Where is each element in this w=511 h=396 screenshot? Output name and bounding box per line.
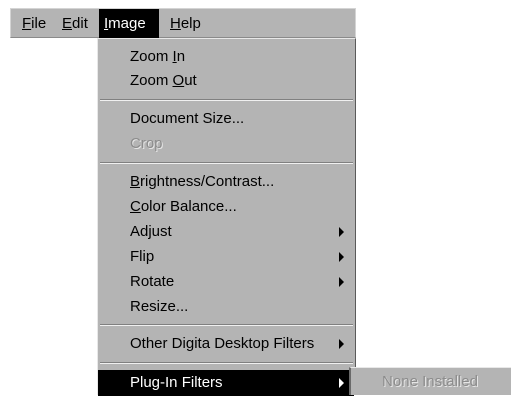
menu-help[interactable]: Help [165,9,206,39]
menu-item-adjust[interactable]: Adjust [98,220,354,244]
submenu-arrow-icon [339,252,344,262]
zoom-out-label-post: ut [184,72,197,89]
menu-separator [100,162,353,164]
other-filters-label: Other Digita Desktop Filters [130,335,315,352]
menu-edit-mnemonic: E [62,15,73,32]
workspace [10,38,98,395]
plugin-filters-label: Plug-In Filters [130,374,223,391]
menu-image[interactable]: Image [99,9,159,39]
plugin-filters-submenu: None Installed [349,367,511,395]
menu-item-zoom-in[interactable]: Zoom In [98,45,354,69]
zoom-in-label-pre: Zoom [130,48,173,65]
menu-item-plug-in-filters[interactable]: Plug-In Filters [98,370,354,396]
submenu-arrow-icon [339,227,344,237]
menu-file-label: ile [31,15,47,32]
menu-item-brightness-contrast[interactable]: Brightness/Contrast... [98,170,354,194]
menu-item-color-balance[interactable]: Color Balance... [98,195,354,219]
flip-label: Flip [130,248,155,265]
menu-item-crop: Crop [98,132,354,156]
adjust-label: Adjust [130,223,172,240]
submenu-arrow-icon [339,378,344,388]
rotate-label: Rotate [130,273,175,290]
menu-separator [100,99,353,101]
zoom-in-label-post: n [176,48,186,65]
menu-image-label: mage [108,15,146,32]
menu-help-mnemonic: H [170,15,181,32]
menu-item-rotate[interactable]: Rotate [98,270,354,294]
menu-item-document-size[interactable]: Document Size... [98,107,354,131]
submenu-arrow-icon [339,339,344,349]
brightness-label-post: rightness/Contrast... [140,173,275,190]
submenu-arrow-icon [339,277,344,287]
menu-edit-label: dit [72,15,88,32]
brightness-mnemonic: B [130,173,141,190]
color-balance-label-post: olor Balance... [140,198,237,215]
menu-item-zoom-out[interactable]: Zoom Out [98,69,354,93]
image-menu-dropdown: Zoom In Zoom Out Document Size... Crop B… [97,38,356,396]
menu-item-flip[interactable]: Flip [98,245,354,269]
none-installed-label: None Installed [382,373,478,390]
zoom-out-label-pre: Zoom [130,72,173,89]
menu-bar: File Edit Image Help [10,8,356,39]
menu-file-mnemonic: F [22,15,32,32]
zoom-out-mnemonic: O [172,72,185,89]
menu-item-resize[interactable]: Resize... [98,295,354,319]
submenu-item-none-installed: None Installed [351,368,509,395]
menu-separator [100,362,353,364]
color-balance-mnemonic: C [130,198,141,215]
menu-help-label: elp [180,15,201,32]
menu-item-other-digita-desktop-filters[interactable]: Other Digita Desktop Filters [98,332,354,356]
document-size-label: Document Size... [130,110,245,127]
menu-separator [100,324,353,326]
resize-label: Resize... [130,298,189,315]
menu-edit[interactable]: Edit [57,9,93,39]
menu-file[interactable]: File [17,9,51,39]
crop-label: Crop [130,135,163,152]
